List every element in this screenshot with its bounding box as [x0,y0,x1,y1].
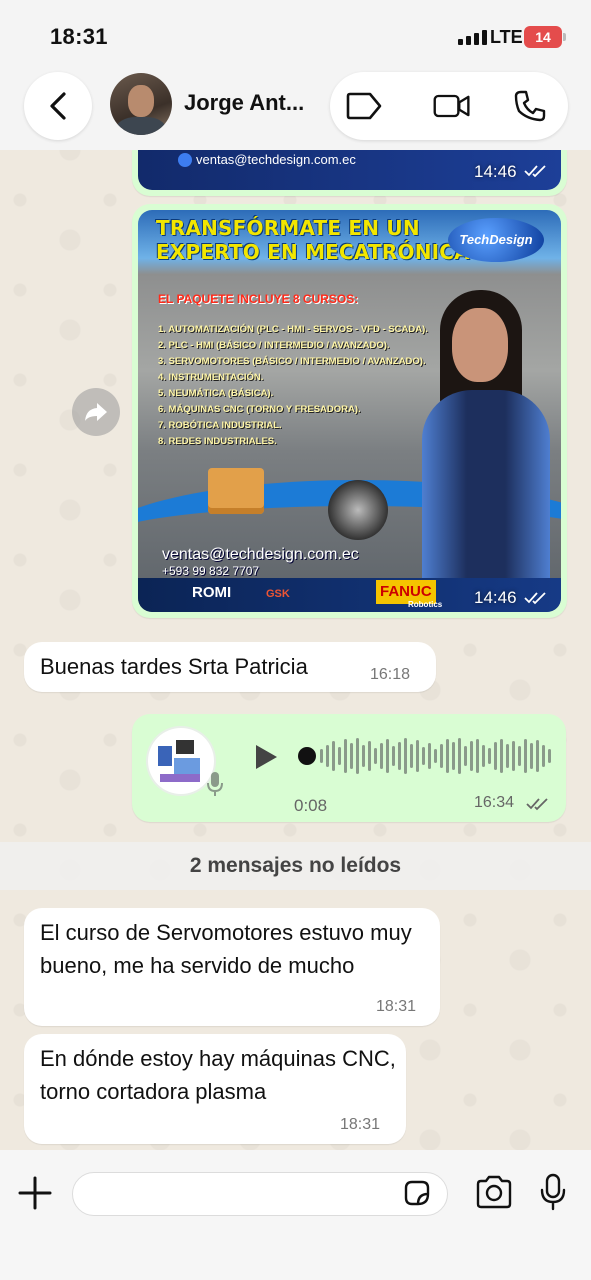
poster-title-line1: TRANSFÓRMATE EN UN [156,216,420,240]
incoming-message[interactable]: El curso de Servomotores estuvo muy buen… [24,908,440,1026]
course-item: 1. AUTOMATIZACIÓN (PLC - HMI - SERVOS - … [158,324,428,335]
camera-button[interactable] [474,1174,514,1210]
course-item: 7. ROBÓTICA INDUSTRIAL. [158,420,282,431]
message-text: En dónde estoy hay máquinas CNC, torno c… [40,1046,396,1104]
message-time: 16:18 [370,666,411,683]
plus-icon [18,1176,52,1210]
read-receipt-icon [524,165,546,178]
sticker-button[interactable] [402,1178,432,1208]
microphone-icon [540,1173,566,1211]
poster-pack-title: EL PAQUETE INCLUYE 8 CURSOS: [158,292,359,306]
image-message-partial[interactable]: ventas@techdesign.com.ec 14:46 [132,150,567,196]
play-button[interactable] [252,742,280,772]
voice-message[interactable]: 0:08 16:34 [132,714,566,822]
message-time: 16:34 [474,794,515,811]
unread-divider: 2 mensajes no leídos [0,842,591,890]
email-icon [178,153,192,167]
play-icon [256,745,277,769]
audio-waveform[interactable] [320,736,551,776]
servomotor-graphic [328,480,388,540]
tag-icon [346,92,382,120]
message-time: 14:46 [474,588,517,607]
voice-record-button[interactable] [538,1172,568,1212]
poster-title-line2: EXPERTO EN MECATRÓNICA [156,240,470,264]
battery-icon: 14 [524,26,566,48]
phone-icon [514,90,546,122]
back-button[interactable] [24,72,92,140]
incoming-message[interactable]: Buenas tardes Srta Patricia 16:18 [24,642,436,692]
message-input[interactable] [72,1172,448,1216]
contact-name[interactable]: Jorge Ant... [184,90,304,116]
sticker-icon [404,1180,430,1206]
network-label: LTE [490,27,523,47]
camera-icon [476,1175,512,1209]
read-receipt-icon [526,798,548,811]
message-time: 18:31 [376,998,417,1015]
course-item: 5. NEUMÁTICA (BÁSICA). [158,388,274,399]
signal-icon [458,30,487,45]
fanuc-robotics-logo: Robotics [408,600,443,609]
incoming-message[interactable]: En dónde estoy hay máquinas CNC, torno c… [24,1034,406,1144]
voice-duration: 0:08 [294,796,328,815]
read-receipt-icon [524,592,546,605]
image-email-text: ventas@techdesign.com.ec [196,152,356,167]
course-item: 8. REDES INDUSTRIALES. [158,436,277,447]
course-item: 4. INSTRUMENTACIÓN. [158,372,264,383]
brand-logo: TechDesign [448,218,544,262]
sender-avatar [148,728,214,794]
avatar[interactable] [110,73,172,135]
message-text: Buenas tardes Srta Patricia [40,654,308,679]
voice-call-button[interactable] [510,86,550,126]
package-graphic [208,468,264,514]
microphone-icon [207,772,223,796]
video-call-button[interactable] [432,86,472,126]
poster-email: ventas@techdesign.com.ec [162,546,359,563]
romi-logo: ROMI [192,584,232,601]
clock: 18:31 [50,24,108,49]
message-composer [0,1150,591,1280]
presenter-photo [418,290,558,612]
message-time: 14:46 [474,162,517,181]
forward-icon [85,403,107,421]
label-button[interactable] [344,86,384,126]
image-message[interactable]: TRANSFÓRMATE EN UN EXPERTO EN MECATRÓNIC… [132,204,567,618]
unread-divider-label: 2 mensajes no leídos [189,854,402,877]
course-item: 6. MÁQUINAS CNC (TORNO Y FRESADORA). [158,404,361,415]
course-item: 2. PLC - HMI (BÁSICO / INTERMEDIO / AVAN… [158,340,390,351]
gsk-logo: GSK [266,588,290,600]
chat-header: Jorge Ant... [0,60,591,150]
message-time: 18:31 [340,1116,381,1133]
forward-button[interactable] [72,388,120,436]
video-call-icon [433,94,470,118]
call-actions [330,72,568,140]
attach-button[interactable] [16,1174,54,1212]
message-text: El curso de Servomotores estuvo muy buen… [40,920,412,978]
poster-image: TRANSFÓRMATE EN UN EXPERTO EN MECATRÓNIC… [138,210,561,612]
back-icon [50,92,66,120]
playback-scrubber[interactable] [298,747,316,765]
poster-phone: +593 99 832 7707 [162,564,260,578]
course-item: 3. SERVOMOTORES (BÁSICO / INTERMEDIO / A… [158,356,426,367]
